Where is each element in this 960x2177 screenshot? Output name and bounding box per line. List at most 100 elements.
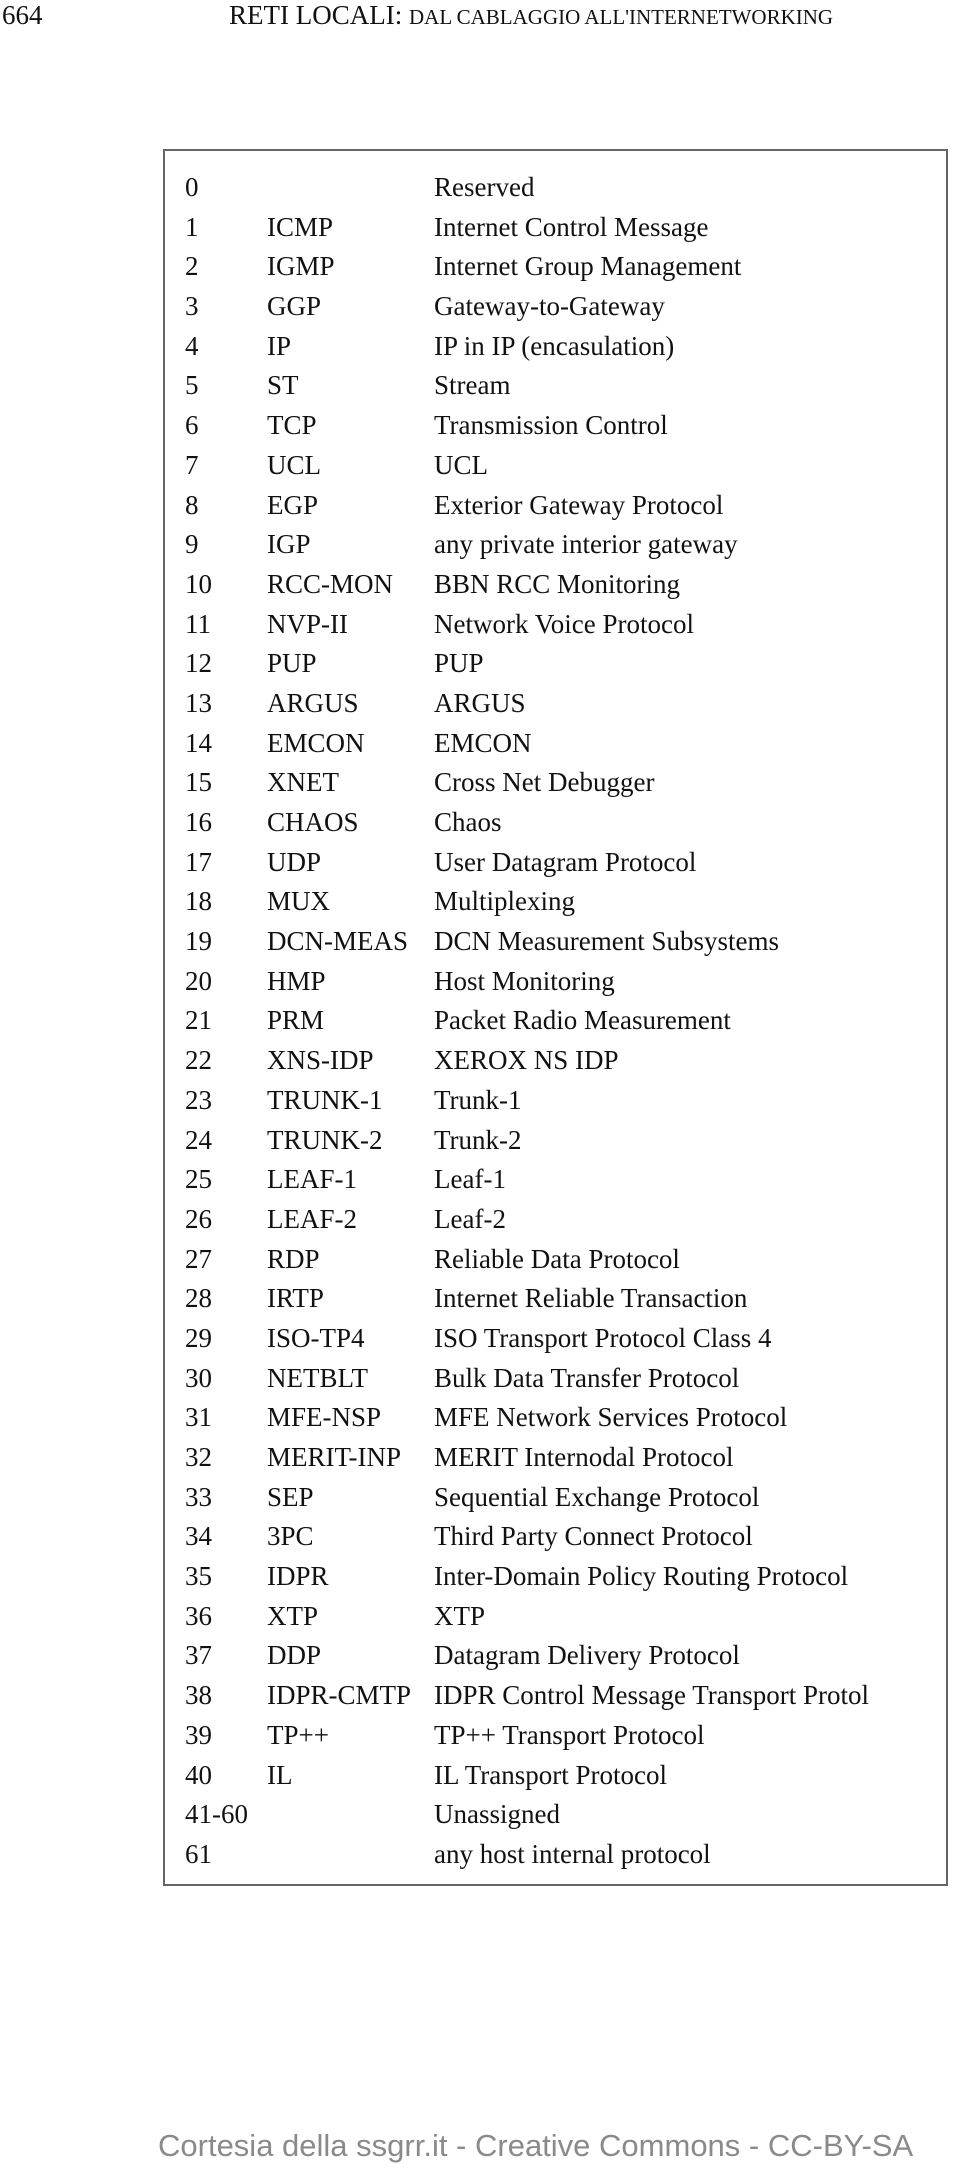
protocol-number: 5: [185, 370, 199, 401]
protocol-keyword: EMCON: [267, 727, 365, 758]
protocol-keyword: 3PC: [267, 1521, 314, 1552]
protocol-keyword: TCP: [267, 410, 317, 441]
protocol-description: IDPR Control Message Transport Protol: [434, 1680, 870, 1711]
protocol-keyword: XNET: [267, 767, 339, 798]
protocol-number: 30: [185, 1362, 212, 1393]
protocol-number: 20: [185, 965, 212, 996]
protocol-number: 41-60: [185, 1799, 248, 1830]
protocol-keyword: LEAF-2: [267, 1203, 357, 1234]
protocol-description: MFE Network Services Protocol: [434, 1402, 788, 1433]
protocol-description: Leaf-1: [434, 1164, 506, 1195]
running-head-main: RETI LOCALI:: [229, 0, 403, 30]
protocol-keyword: PRM: [267, 1005, 325, 1036]
protocol-number: 34: [185, 1521, 212, 1552]
protocol-number: 33: [185, 1481, 212, 1512]
footer-credit: Cortesia della ssgrr.it - Creative Commo…: [158, 2128, 914, 2163]
protocol-number: 40: [185, 1759, 212, 1790]
protocol-keyword: IGP: [267, 529, 311, 560]
protocol-number: 2: [185, 251, 199, 282]
protocol-description: Trunk-2: [434, 1124, 522, 1155]
protocol-keyword: TRUNK-2: [267, 1124, 383, 1155]
protocol-number: 1: [185, 211, 199, 242]
protocol-description: TP++ Transport Protocol: [434, 1719, 705, 1750]
protocol-description: Reserved: [434, 172, 535, 202]
protocol-keyword: ICMP: [267, 211, 334, 242]
protocol-keyword: IP: [267, 330, 292, 361]
protocol-description: Network Voice Protocol: [434, 608, 694, 639]
protocol-keyword: PUP: [267, 648, 317, 679]
protocol-description: DCN Measurement Subsystems: [434, 926, 779, 957]
protocol-keyword: IGMP: [267, 251, 335, 282]
protocol-description: Exterior Gateway Protocol: [434, 489, 724, 520]
protocol-keyword: ARGUS: [267, 687, 359, 718]
protocol-description: Packet Radio Measurement: [434, 1005, 731, 1036]
protocol-number: 37: [185, 1640, 212, 1671]
protocol-number: 31: [185, 1402, 212, 1433]
protocol-keyword: IL: [267, 1759, 293, 1790]
protocol-number: 0: [185, 172, 199, 202]
protocol-keyword: DCN-MEAS: [267, 926, 409, 957]
protocol-number: 21: [185, 1005, 212, 1036]
protocol-description: any host internal protocol: [434, 1838, 711, 1869]
protocol-keyword: CHAOS: [267, 807, 359, 837]
protocol-number: 18: [185, 886, 212, 917]
protocol-keyword: IDPR: [267, 1561, 329, 1592]
protocol-number: 38: [185, 1680, 212, 1711]
protocol-description: XTP: [434, 1600, 486, 1631]
protocol-keyword: GGP: [267, 291, 322, 322]
protocol-description: UCL: [434, 449, 488, 480]
protocol-description: ARGUS: [434, 687, 526, 718]
protocol-description: Transmission Control: [434, 410, 668, 441]
protocol-description: Sequential Exchange Protocol: [434, 1481, 760, 1512]
protocol-keyword: UCL: [267, 449, 321, 480]
protocol-description: Unassigned: [434, 1799, 560, 1830]
running-head-subtitle: DAL CABLAGGIO ALL'INTERNETWORKING: [408, 5, 834, 29]
protocol-description: ISO Transport Protocol Class 4: [434, 1322, 772, 1353]
protocol-number: 28: [185, 1283, 212, 1314]
protocol-keyword: NVP-II: [267, 608, 348, 639]
protocol-number: 7: [185, 449, 199, 480]
protocol-keyword: XTP: [267, 1600, 319, 1631]
protocol-number: 19: [185, 926, 212, 957]
protocol-keyword: XNS-IDP: [267, 1045, 374, 1076]
protocol-description: Bulk Data Transfer Protocol: [434, 1362, 740, 1393]
protocol-description: Multiplexing: [434, 886, 575, 917]
protocol-number: 4: [185, 330, 199, 361]
protocol-number: 23: [185, 1084, 212, 1115]
protocol-keyword: ST: [267, 370, 299, 401]
protocol-description: Trunk-1: [434, 1084, 522, 1115]
protocol-number: 14: [185, 727, 212, 758]
protocol-number: 6: [185, 410, 199, 441]
protocol-description: User Datagram Protocol: [434, 846, 697, 877]
protocol-number: 9: [185, 529, 199, 560]
protocol-number: 39: [185, 1719, 212, 1750]
protocol-keyword: ISO-TP4: [267, 1322, 365, 1353]
protocol-keyword: IDPR-CMTP: [267, 1680, 412, 1711]
protocol-number: 26: [185, 1203, 212, 1234]
protocol-description: MERIT Internodal Protocol: [434, 1442, 734, 1472]
protocol-number: 35: [185, 1561, 212, 1592]
protocol-number: 11: [185, 608, 211, 639]
protocol-keyword: HMP: [267, 965, 326, 996]
protocol-keyword: TP++: [267, 1719, 329, 1750]
protocol-number: 32: [185, 1442, 212, 1472]
protocol-keyword: RCC-MON: [267, 568, 394, 599]
protocol-number: 17: [185, 846, 212, 877]
protocol-keyword: LEAF-1: [267, 1164, 357, 1195]
protocol-number: 16: [185, 807, 212, 837]
protocol-description: Reliable Data Protocol: [434, 1243, 680, 1274]
protocol-description: Leaf-2: [434, 1203, 506, 1234]
protocol-number: 61: [185, 1838, 212, 1869]
protocol-number: 3: [185, 291, 199, 322]
protocol-description: Host Monitoring: [434, 965, 615, 996]
page-number: 664: [2, 0, 43, 30]
protocol-description: Internet Group Management: [434, 251, 742, 282]
protocol-keyword: UDP: [267, 846, 322, 877]
protocol-description: EMCON: [434, 727, 532, 758]
protocol-description: Internet Reliable Transaction: [434, 1283, 748, 1314]
protocol-keyword: MERIT-INP: [267, 1442, 402, 1472]
protocol-number: 15: [185, 767, 212, 798]
protocol-description: IL Transport Protocol: [434, 1759, 668, 1790]
protocol-description: Inter-Domain Policy Routing Protocol: [434, 1561, 849, 1592]
protocol-number: 12: [185, 648, 212, 679]
